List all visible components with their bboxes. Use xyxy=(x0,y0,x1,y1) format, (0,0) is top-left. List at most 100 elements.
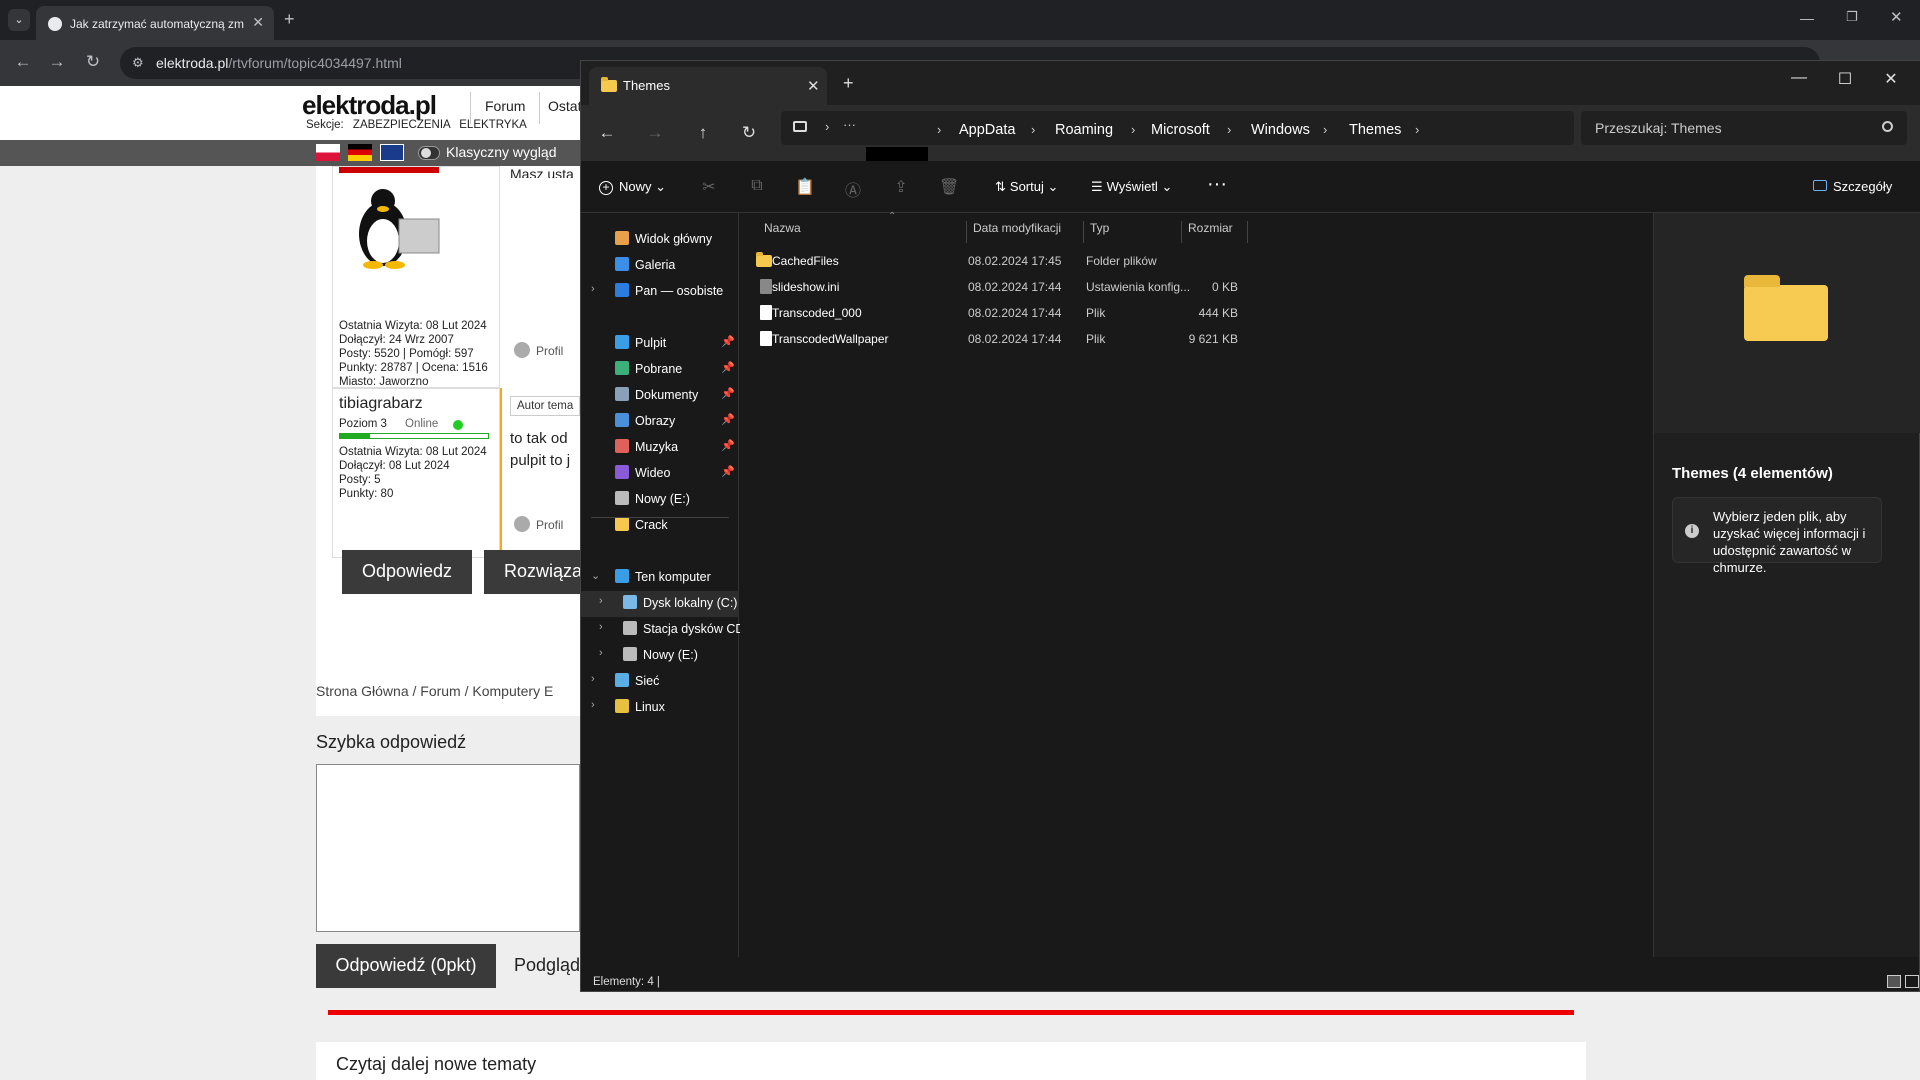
site-info-icon[interactable]: ⚙ xyxy=(132,55,144,71)
sidebar-item[interactable]: Widok główny xyxy=(581,227,739,253)
breadcrumb[interactable]: Strona Główna / Forum / Komputery E xyxy=(316,683,553,699)
new-button[interactable]: + Nowy ⌄ xyxy=(599,179,666,195)
sidebar-item[interactable]: Galeria xyxy=(581,253,739,279)
chevron-right-icon[interactable]: › xyxy=(599,647,603,659)
sidebar-item[interactable]: Pulpit 📌 xyxy=(581,331,739,357)
search-input[interactable]: Przeszukaj: Themes xyxy=(1581,111,1907,145)
details-button[interactable]: Szczegóły xyxy=(1813,179,1892,194)
chevron-right-icon: › xyxy=(1227,122,1232,137)
sidebar-item[interactable]: Wideo 📌 xyxy=(581,461,739,487)
sidebar-item[interactable]: Dysk lokalny (C:) › xyxy=(581,591,739,617)
sidebar-divider xyxy=(591,517,729,518)
back-icon[interactable]: ← xyxy=(12,52,34,72)
chevron-down-icon[interactable]: ⌄ xyxy=(591,569,600,582)
nav-latest[interactable]: Ostat xyxy=(548,98,581,114)
delete-icon[interactable]: 🗑 xyxy=(939,177,959,197)
close-tab-icon[interactable]: ✕ xyxy=(252,14,264,31)
paste-icon[interactable]: 📋 xyxy=(795,177,815,197)
sidebar-item-label: Galeria xyxy=(635,258,676,272)
sidebar-item[interactable]: Obrazy 📌 xyxy=(581,409,739,435)
search-icon[interactable] xyxy=(1882,121,1893,132)
breadcrumb-item[interactable]: AppData xyxy=(959,122,1015,138)
column-type[interactable]: Typ xyxy=(1084,221,1182,243)
column-size[interactable]: Rozmiar xyxy=(1182,221,1248,243)
section-link[interactable]: ZABEZPIECZENIA xyxy=(353,119,450,131)
profile-button[interactable]: Profil xyxy=(512,512,572,538)
rename-icon[interactable]: Ⓐ xyxy=(843,177,863,201)
cut-icon[interactable]: ✂ xyxy=(699,177,719,197)
minimize-icon[interactable]: — xyxy=(1779,69,1819,87)
details-view-icon[interactable] xyxy=(1887,975,1901,988)
share-icon[interactable]: ⇪ xyxy=(891,177,911,197)
preview-link[interactable]: Podgląd xyxy=(514,955,580,976)
forward-icon[interactable]: → xyxy=(46,52,68,72)
breadcrumb-item[interactable]: Microsoft xyxy=(1151,122,1210,138)
sidebar-item[interactable]: Linux › xyxy=(581,695,739,721)
close-tab-icon[interactable]: ✕ xyxy=(807,77,820,95)
chevron-right-icon[interactable]: › xyxy=(599,595,603,607)
reply-button[interactable]: Odpowiedz xyxy=(342,550,472,594)
sidebar-item[interactable]: Dokumenty 📌 xyxy=(581,383,739,409)
minimize-icon[interactable]: — xyxy=(1800,10,1814,26)
quick-reply-textarea[interactable] xyxy=(316,764,580,932)
refresh-icon[interactable]: ↻ xyxy=(737,123,761,143)
maximize-icon[interactable]: ☐ xyxy=(1825,69,1865,89)
sort-button[interactable]: ⇅ Sortuj ⌄ xyxy=(995,179,1058,195)
sidebar-item[interactable]: Muzyka 📌 xyxy=(581,435,739,461)
browser-tab[interactable]: Jak zatrzymać automatyczną zm ✕ xyxy=(36,6,274,40)
sidebar-item[interactable]: Stacja dysków CD › xyxy=(581,617,744,643)
breadcrumb-item[interactable]: Themes xyxy=(1349,122,1401,138)
breadcrumb-item[interactable]: Windows xyxy=(1251,122,1310,138)
file-name: slideshow.ini xyxy=(772,280,840,294)
close-window-icon[interactable]: ✕ xyxy=(1890,8,1903,26)
classic-view-toggle[interactable] xyxy=(418,146,440,160)
site-logo[interactable]: elektroda.pl xyxy=(302,90,437,121)
reload-icon[interactable]: ↻ xyxy=(82,52,104,72)
column-name[interactable]: Nazwa xyxy=(758,221,966,243)
forward-icon[interactable]: → xyxy=(643,123,667,143)
solved-button[interactable]: Rozwiązan xyxy=(484,550,580,594)
sidebar-item[interactable]: Sieć › xyxy=(581,669,739,695)
flag-uk-icon[interactable] xyxy=(380,144,404,161)
flag-pl-icon[interactable] xyxy=(316,144,340,161)
tab-list-button[interactable]: ⌄ xyxy=(8,9,30,31)
file-row[interactable]: TranscodedWallpaper 08.02.2024 17:44 Plik 9… xyxy=(740,325,1452,351)
chevron-right-icon[interactable]: › xyxy=(599,621,603,633)
column-date[interactable]: Data modyfikacji xyxy=(966,221,1084,243)
copy-icon[interactable]: ⧉ xyxy=(747,177,767,195)
explorer-tab[interactable]: Themes ✕ xyxy=(589,67,827,105)
sidebar-item[interactable]: Nowy (E:) › xyxy=(581,643,739,669)
file-row[interactable]: Transcoded_000 08.02.2024 17:44 Plik 444 KB xyxy=(740,299,1452,325)
up-icon[interactable]: ↑ xyxy=(691,123,715,143)
file-row[interactable]: CachedFiles 08.02.2024 17:45 Folder plików xyxy=(740,247,1452,273)
more-path-icon[interactable]: ··· xyxy=(843,117,856,132)
file-size: 0 KB xyxy=(1211,280,1238,294)
chevron-right-icon[interactable]: › xyxy=(591,283,595,295)
flag-de-icon[interactable] xyxy=(348,144,372,161)
new-tab-icon[interactable]: + xyxy=(843,73,854,94)
online-status: Online xyxy=(405,418,439,430)
breadcrumb-item[interactable]: Roaming xyxy=(1055,122,1113,138)
new-tab-icon[interactable]: + xyxy=(284,9,295,30)
chevron-right-icon[interactable]: › xyxy=(591,673,595,685)
sidebar-item[interactable]: Pobrane 📌 xyxy=(581,357,739,383)
section-link[interactable]: ELEKTRYKA xyxy=(459,119,527,131)
sidebar-item[interactable]: Ten komputer ⌄ xyxy=(581,565,739,591)
reply-points-button[interactable]: Odpowiedź (0pkt) xyxy=(316,944,496,988)
back-icon[interactable]: ← xyxy=(595,123,619,143)
profile-button[interactable]: Profil xyxy=(512,338,572,364)
file-row[interactable]: slideshow.ini 08.02.2024 17:44 Ustawienia … xyxy=(740,273,1452,299)
sidebar-item[interactable]: Nowy (E:) xyxy=(581,487,739,513)
pin-icon: 📌 xyxy=(721,414,735,426)
user-avatar xyxy=(343,179,443,269)
sidebar-item[interactable]: Pan — osobiste › xyxy=(581,279,739,305)
tiles-view-icon[interactable] xyxy=(1905,975,1919,988)
computer-icon xyxy=(793,121,807,132)
file-list: ⌃ Nazwa Data modyfikacji Typ Rozmiar Cac… xyxy=(740,211,1452,957)
restore-icon[interactable]: ❐ xyxy=(1846,9,1858,25)
chevron-right-icon[interactable]: › xyxy=(591,699,595,711)
username[interactable]: tibiagrabarz xyxy=(339,396,423,412)
more-options-icon[interactable]: ··· xyxy=(1207,173,1227,196)
close-window-icon[interactable]: ✕ xyxy=(1871,69,1911,89)
view-button[interactable]: ☰ Wyświetl ⌄ xyxy=(1091,179,1172,195)
